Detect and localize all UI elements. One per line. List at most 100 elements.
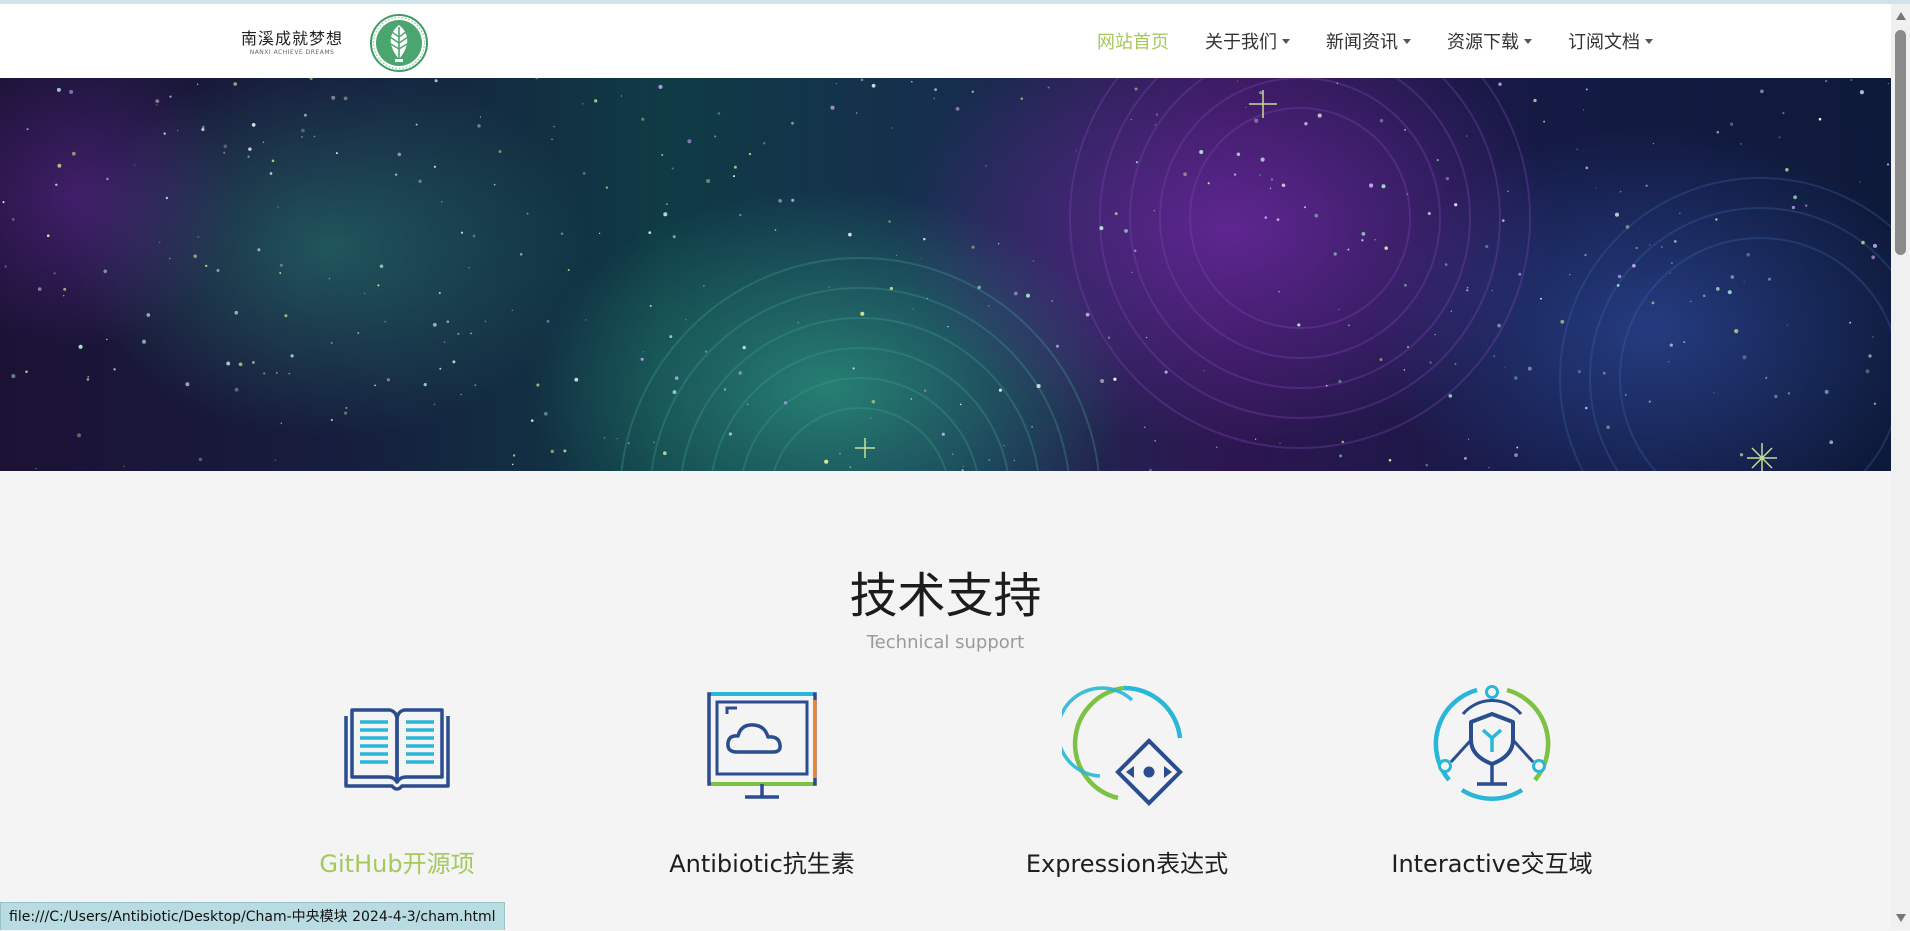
vertical-scrollbar[interactable]	[1891, 4, 1910, 930]
feature-interactive[interactable]: Interactive交互域	[1342, 680, 1642, 879]
star-speckle	[1649, 244, 1651, 246]
star-speckle	[1645, 184, 1648, 187]
star-speckle	[653, 441, 655, 443]
star-speckle	[1491, 289, 1493, 292]
star-speckle	[1850, 79, 1852, 81]
star-speckle	[778, 198, 782, 203]
star-speckle	[1114, 212, 1118, 216]
star-speckle	[1336, 82, 1339, 85]
star-speckle	[1635, 246, 1638, 250]
star-speckle	[11, 374, 16, 379]
scroll-up-arrow-icon[interactable]	[1896, 12, 1906, 20]
star-speckle	[1872, 243, 1878, 248]
star-speckle	[1872, 336, 1874, 338]
star-speckle	[1540, 297, 1542, 300]
star-speckle	[519, 252, 523, 256]
nav-item-downloads[interactable]: 资源下载	[1447, 28, 1532, 54]
star-speckle	[783, 401, 788, 405]
feature-antibiotic[interactable]: Antibiotic抗生素	[612, 680, 912, 879]
star-speckle	[1702, 294, 1706, 298]
brand-wordmark[interactable]: 南溪成就梦想 NANXI ACHIEVE DREAMS	[241, 30, 343, 56]
star-speckle	[870, 417, 872, 419]
star-speckle	[1124, 228, 1128, 233]
star-speckle	[415, 123, 418, 126]
star-speckle	[733, 165, 737, 169]
star-speckle	[223, 144, 228, 149]
feature-expression[interactable]: Expression表达式	[977, 680, 1277, 879]
star-speckle	[1887, 83, 1889, 85]
star-speckle	[1616, 284, 1620, 287]
star-speckle	[1278, 290, 1280, 293]
feature-label: Antibiotic抗生素	[669, 850, 855, 878]
star-speckle	[666, 203, 668, 205]
star-speckle	[78, 344, 83, 349]
star-speckle	[1434, 333, 1436, 336]
star-speckle	[855, 112, 858, 114]
star-speckle	[284, 314, 288, 318]
star-speckle	[648, 231, 652, 235]
star-speckle	[763, 142, 766, 145]
star-speckle	[1304, 206, 1307, 209]
caret-down-icon	[1403, 38, 1411, 44]
star-speckle	[642, 351, 644, 353]
status-bar-url: file:///C:/Users/Antibiotic/Desktop/Cham…	[0, 902, 505, 930]
star-speckle	[1032, 260, 1035, 262]
brand[interactable]: 南溪成就梦想 NANXI ACHIEVE DREAMS	[241, 13, 429, 73]
star-speckle	[446, 320, 450, 324]
star-speckle	[1595, 187, 1597, 189]
star-speckle	[423, 382, 427, 387]
star-speckle	[345, 407, 348, 409]
star-speckle	[543, 411, 548, 416]
star-speckle	[1651, 301, 1655, 305]
star-speckle	[263, 372, 266, 375]
nav-item-news[interactable]: 新闻资讯	[1326, 28, 1411, 54]
star-speckle	[1281, 183, 1286, 188]
star-speckle	[1203, 369, 1205, 372]
star-speckle	[985, 165, 987, 167]
scroll-down-arrow-icon[interactable]	[1896, 914, 1906, 922]
star-speckle	[330, 418, 333, 422]
nav-item-about[interactable]: 关于我们	[1205, 28, 1290, 54]
star-speckle	[702, 285, 705, 287]
star-speckle	[1369, 183, 1374, 188]
star-speckle	[313, 135, 316, 138]
star-speckle	[133, 164, 136, 166]
star-speckle	[1145, 336, 1148, 339]
star-speckle	[641, 117, 645, 121]
star-speckle	[106, 338, 108, 341]
star-speckle	[1047, 86, 1050, 89]
star-speckle	[728, 432, 733, 436]
star-speckle	[640, 357, 644, 361]
caret-down-icon	[1524, 38, 1532, 44]
star-speckle	[1153, 210, 1155, 212]
star-speckle	[1454, 203, 1458, 207]
star-speckle	[1507, 190, 1509, 193]
star-speckle	[962, 465, 964, 467]
star-speckle	[1868, 354, 1872, 358]
star-speckle	[163, 132, 166, 135]
star-speckle	[1543, 120, 1546, 123]
star-speckle	[934, 88, 937, 91]
nav-item-home[interactable]: 网站首页	[1097, 28, 1169, 54]
star-speckle	[248, 147, 252, 151]
star-speckle	[288, 372, 290, 375]
leaf-logo-icon[interactable]	[369, 13, 429, 73]
star-speckle	[1791, 205, 1796, 210]
star-speckle	[830, 105, 835, 110]
main-nav: 网站首页 关于我们 新闻资讯 资源下载 订阅文档	[1097, 4, 1653, 78]
nav-item-subscribe[interactable]: 订阅文档	[1568, 28, 1653, 54]
star-speckle	[574, 377, 579, 382]
star-speckle	[86, 378, 90, 381]
star-speckle	[198, 457, 203, 462]
star-speckle	[911, 80, 913, 83]
star-speckle	[1113, 377, 1117, 381]
star-speckle	[1154, 439, 1156, 442]
feature-github[interactable]: GitHub开源项	[247, 680, 547, 879]
star-speckle	[511, 463, 514, 466]
star-speckle	[871, 83, 876, 88]
star-speckle	[26, 128, 29, 131]
caret-down-icon	[1645, 38, 1653, 44]
scroll-thumb[interactable]	[1895, 30, 1906, 255]
star-speckle	[1648, 400, 1651, 403]
star-speckle	[1746, 252, 1751, 257]
